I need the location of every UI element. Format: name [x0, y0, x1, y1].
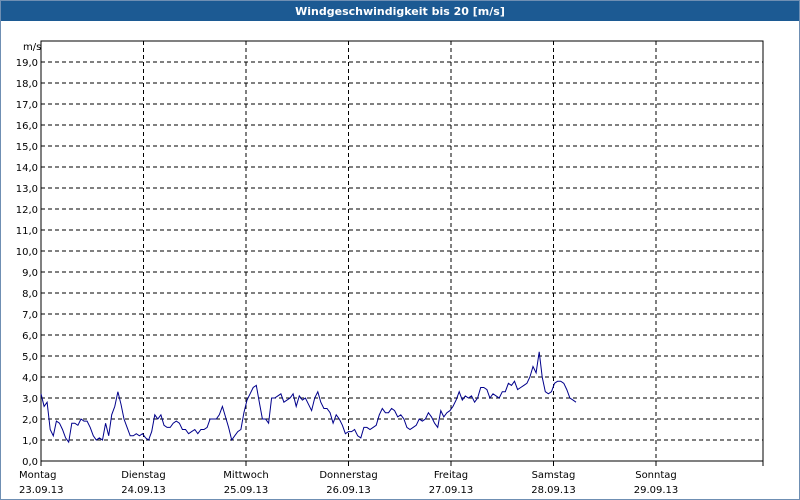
x-tick-date-label: 28.09.13 [531, 485, 576, 496]
x-tick-day-label: Sonntag [635, 470, 677, 481]
x-tick-day-label: Mittwoch [223, 470, 268, 481]
y-tick-label: 2,0 [22, 415, 38, 426]
y-tick-label: 13,0 [16, 184, 38, 195]
y-tick-label: 9,0 [22, 268, 38, 279]
grid [40, 41, 764, 466]
y-tick-label: 16,0 [16, 121, 38, 132]
y-tick-label: 15,0 [16, 142, 38, 153]
x-tick-day-label: Montag [19, 470, 56, 481]
x-tick-date-label: 24.09.13 [121, 485, 166, 496]
x-tick-date-label: 23.09.13 [19, 485, 64, 496]
x-tick-date-label: 27.09.13 [429, 485, 474, 496]
x-tick-day-label: Donnerstag [319, 470, 377, 481]
x-tick-date-label: 29.09.13 [634, 485, 679, 496]
y-tick-label: 17,0 [16, 100, 38, 111]
y-tick-label: 18,0 [16, 79, 38, 90]
y-tick-label: 4,0 [22, 373, 38, 384]
y-tick-label: 12,0 [16, 205, 38, 216]
x-axis-labels: Montag 23.09.13 Dienstag 24.09.13 Mittwoch 25… [19, 470, 678, 496]
series-line-wind-speed [40, 351, 577, 444]
y-axis-labels: 0,0 1,0 2,0 3,0 4,0 5,0 6,0 7,0 8,0 9,0 10,0 11,0 12… [16, 58, 38, 468]
y-tick-label: 10,0 [16, 247, 38, 258]
x-tick-day-label: Samstag [532, 470, 576, 481]
wind-speed-chart: 0,0 1,0 2,0 3,0 4,0 5,0 6,0 7,0 8,0 9,0 10,0 11,0 12… [16, 40, 764, 496]
y-tick-label: 8,0 [22, 289, 38, 300]
y-tick-label: 1,0 [22, 436, 38, 447]
y-tick-label: 14,0 [16, 163, 38, 174]
y-tick-label: 0,0 [22, 457, 38, 468]
x-tick-date-label: 26.09.13 [326, 485, 371, 496]
x-tick-day-label: Freitag [434, 470, 468, 481]
y-tick-label: 11,0 [16, 226, 38, 237]
y-tick-label: 5,0 [22, 352, 38, 363]
y-tick-label: 3,0 [22, 394, 38, 405]
x-tick-day-label: Dienstag [121, 470, 166, 481]
y-tick-label: 7,0 [22, 310, 38, 321]
chart-window: Windgeschwindigkeit bis 20 [m/s] 0,0 1,0 2… [0, 0, 800, 500]
y-axis-unit: m/s [23, 42, 41, 53]
y-tick-label: 19,0 [16, 58, 38, 69]
y-tick-label: 6,0 [22, 331, 38, 342]
x-tick-date-label: 25.09.13 [224, 485, 269, 496]
